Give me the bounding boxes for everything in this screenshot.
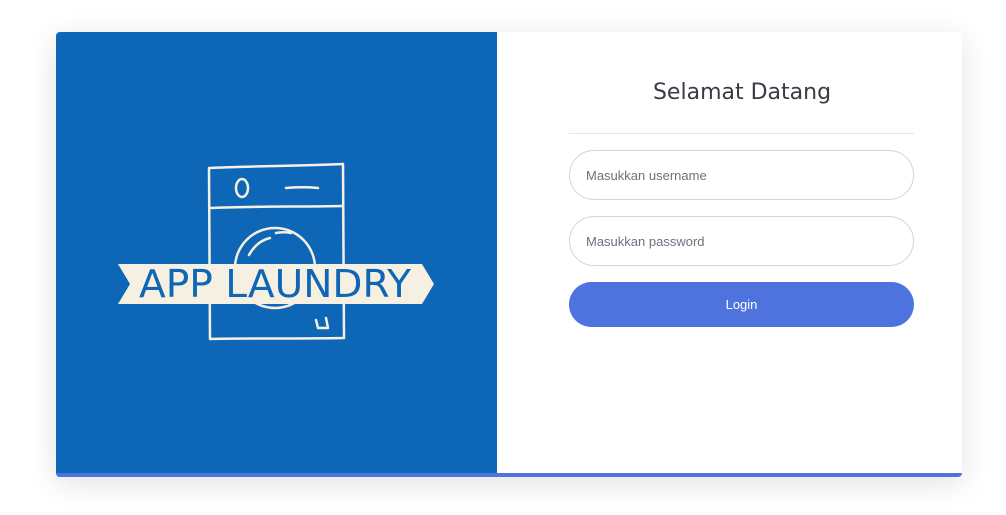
knob-icon [234, 177, 250, 199]
login-button[interactable]: Login [569, 282, 914, 327]
password-input[interactable] [569, 216, 914, 266]
username-input[interactable] [569, 150, 914, 200]
brand-panel: APP LAUNDRY [56, 32, 497, 477]
handle-icon [314, 316, 330, 330]
logo-text: APP LAUNDRY [139, 262, 412, 306]
washing-machine-logo: APP LAUNDRY [118, 162, 434, 341]
welcome-title: Selamat Datang [652, 80, 832, 105]
machine-body-icon [207, 162, 346, 341]
login-panel: Selamat Datang Login [497, 32, 962, 473]
card-bottom-bar [56, 473, 962, 477]
divider [569, 133, 914, 134]
login-card: APP LAUNDRY Selamat Datang Login [56, 32, 962, 477]
